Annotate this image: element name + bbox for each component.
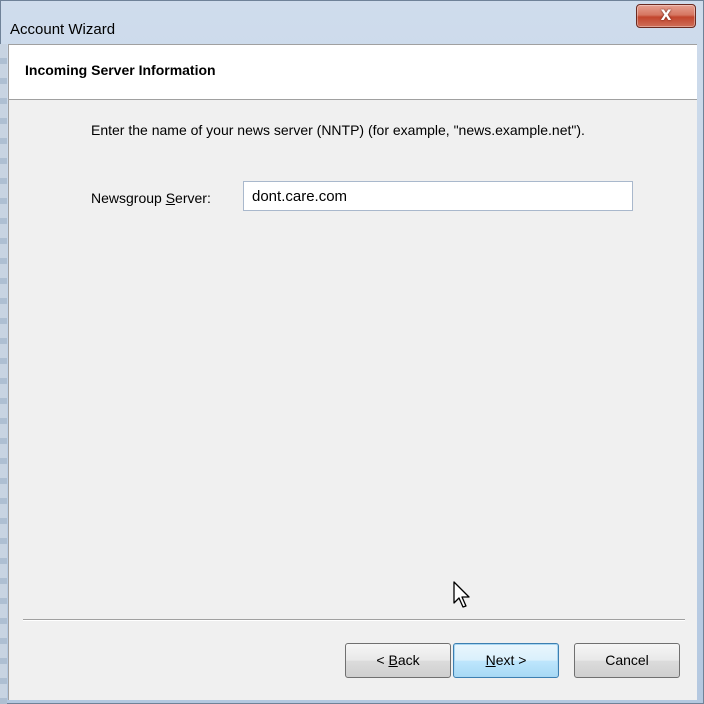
cancel-button[interactable]: Cancel (574, 643, 680, 678)
newsgroup-server-input[interactable] (243, 181, 633, 211)
page-title: Incoming Server Information (25, 62, 216, 78)
page-header: Incoming Server Information (9, 44, 697, 100)
window-title: Account Wizard (10, 21, 116, 38)
mouse-pointer-icon (453, 581, 470, 608)
label-text-end: erver: (175, 190, 211, 206)
back-prefix: < (376, 652, 389, 668)
next-rest: ext > (495, 652, 527, 668)
back-accelerator: B (388, 652, 398, 668)
back-rest: ack (397, 652, 420, 668)
close-icon: X (660, 8, 672, 24)
next-button[interactable]: Next > (453, 643, 559, 678)
window-left-edge (0, 44, 7, 704)
instructions-text: Enter the name of your news server (NNTP… (91, 122, 585, 138)
label-accelerator: S (165, 190, 176, 206)
button-separator (23, 619, 685, 621)
newsgroup-server-label: Newsgroup Server: (91, 190, 211, 206)
close-button[interactable]: X (636, 4, 696, 28)
next-accelerator: N (485, 652, 496, 668)
dialog-client-area: Incoming Server Information Enter the na… (8, 44, 697, 700)
back-button[interactable]: < Back (345, 643, 451, 678)
label-text-start: Newsgroup (91, 190, 166, 206)
title-bar[interactable]: Account Wizard X (0, 0, 704, 44)
